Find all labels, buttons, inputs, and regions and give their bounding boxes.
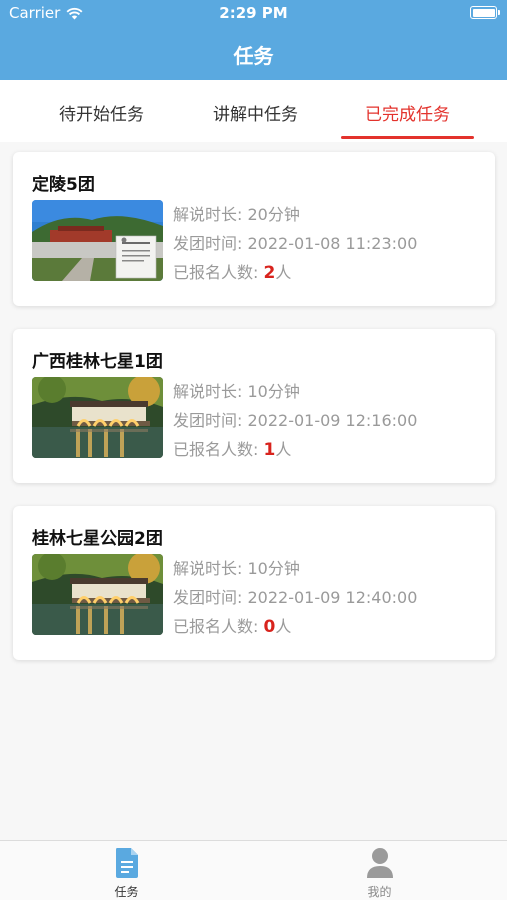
task-info: 解说时长: 20分钟 发团时间: 2022-01-08 11:23:00 已报名… <box>173 200 417 288</box>
tab-label: 讲解中任务 <box>213 105 298 125</box>
task-title: 桂林七星公园2团 <box>32 529 163 549</box>
task-info: 解说时长: 10分钟 发团时间: 2022-01-09 12:16:00 已报名… <box>173 377 417 465</box>
task-depart-time: 发团时间: 2022-01-09 12:16:00 <box>173 411 418 430</box>
signup-count: 2 <box>263 263 276 283</box>
signup-unit: 人 <box>275 617 292 636</box>
task-duration: 解说时长: 10分钟 <box>173 559 300 578</box>
tab-pending[interactable]: 待开始任务 <box>0 80 203 142</box>
task-title: 定陵5团 <box>32 175 95 195</box>
task-duration: 解说时长: 20分钟 <box>173 205 300 224</box>
task-signup: 已报名人数: 2人 <box>173 258 417 288</box>
task-card[interactable]: 定陵5团 解说时长: 20分钟 发团时间: 2022-01-08 11:23:0… <box>13 152 495 306</box>
signup-unit: 人 <box>275 440 292 459</box>
signup-count: 1 <box>263 440 276 460</box>
task-info: 解说时长: 10分钟 发团时间: 2022-01-09 12:40:00 已报名… <box>173 554 417 642</box>
tab-in-progress[interactable]: 讲解中任务 <box>203 80 308 142</box>
task-signup: 已报名人数: 1人 <box>173 435 417 465</box>
bottom-tab-bar: 任务 我的 <box>0 840 507 900</box>
page-title: 任务 <box>233 44 274 68</box>
battery-icon <box>470 6 500 19</box>
signup-count: 0 <box>263 617 276 637</box>
signup-label: 已报名人数: <box>173 617 259 636</box>
tabbar-item-mine[interactable]: 我的 <box>253 841 506 900</box>
signup-unit: 人 <box>275 263 292 282</box>
tabbar-item-tasks[interactable]: 任务 <box>0 841 253 900</box>
tab-label: 已完成任务 <box>365 105 450 125</box>
tabbar-label: 我的 <box>367 885 392 899</box>
task-tabs: 待开始任务 讲解中任务 已完成任务 <box>0 80 507 142</box>
app-header: Carrier 2:29 PM 任务 <box>0 0 507 80</box>
signup-label: 已报名人数: <box>173 263 259 282</box>
tabbar-label: 任务 <box>114 885 139 899</box>
mausoleum-photo <box>32 200 163 281</box>
task-depart-time: 发团时间: 2022-01-08 11:23:00 <box>173 234 418 253</box>
bridge-photo <box>32 377 163 458</box>
status-bar: Carrier 2:29 PM <box>0 0 507 28</box>
task-signup: 已报名人数: 0人 <box>173 612 417 642</box>
task-title: 广西桂林七星1团 <box>32 352 163 372</box>
task-card[interactable]: 广西桂林七星1团 解说时长: 10分钟 发团时间: 2022-01-09 12:… <box>13 329 495 483</box>
task-depart-time: 发团时间: 2022-01-09 12:40:00 <box>173 588 418 607</box>
tab-label: 待开始任务 <box>59 105 144 125</box>
person-icon <box>367 848 393 878</box>
bridge-photo <box>32 554 163 635</box>
task-duration: 解说时长: 10分钟 <box>173 382 300 401</box>
task-list: 定陵5团 解说时长: 20分钟 发团时间: 2022-01-08 11:23:0… <box>0 142 507 840</box>
signup-label: 已报名人数: <box>173 440 259 459</box>
tab-completed[interactable]: 已完成任务 <box>308 80 507 142</box>
task-card[interactable]: 桂林七星公园2团 解说时长: 10分钟 发团时间: 2022-01-09 12:… <box>13 506 495 660</box>
clock: 2:29 PM <box>219 4 288 22</box>
active-tab-indicator <box>341 136 474 139</box>
document-icon <box>116 848 138 878</box>
